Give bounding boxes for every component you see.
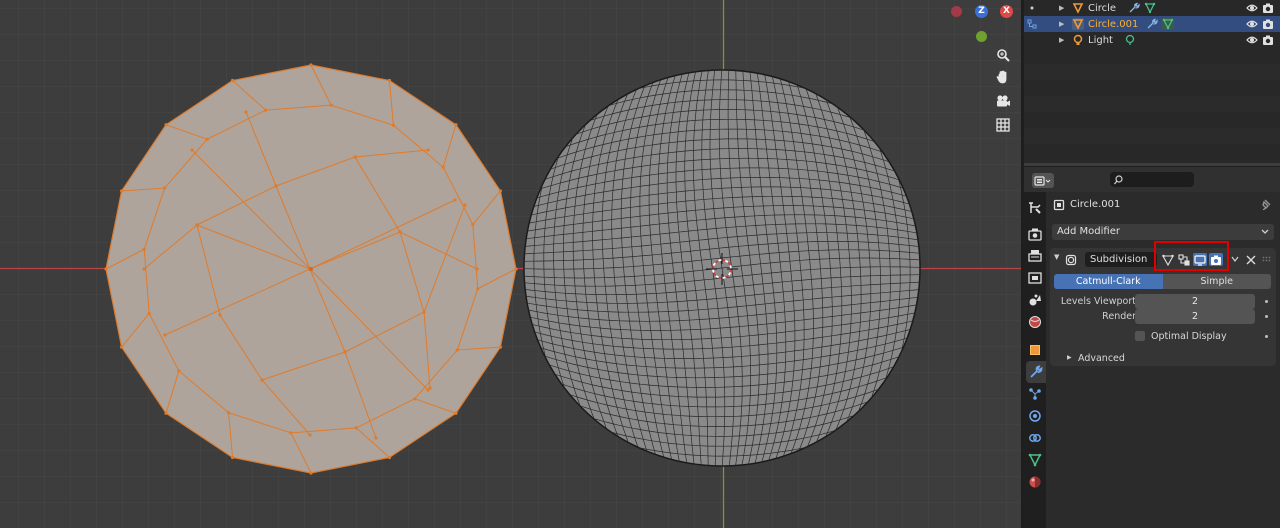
properties-tabs	[1024, 192, 1046, 528]
outliner-empty-row	[1024, 112, 1280, 128]
drag-handle-icon[interactable]	[1262, 256, 1272, 264]
hand-pan-icon[interactable]	[992, 66, 1014, 88]
subdivision-type-selector: Catmull-Clark Simple	[1054, 274, 1271, 289]
outliner-empty-row	[1024, 64, 1280, 80]
annotation-highlight-box	[1154, 241, 1229, 271]
chevron-down-icon	[1261, 229, 1269, 234]
advanced-expand-icon[interactable]: ▶	[1067, 354, 1072, 361]
optimal-display-label: Optimal Display	[1151, 331, 1227, 342]
tool-icon[interactable]	[1024, 197, 1046, 219]
optimal-display-checkbox[interactable]	[1135, 331, 1145, 341]
keyframe-dot[interactable]	[1265, 315, 1268, 318]
modifier-wrench-icon[interactable]	[1128, 2, 1140, 14]
modifier-options-chevron-icon[interactable]	[1230, 254, 1240, 266]
levels-viewport-field[interactable]: 2	[1135, 294, 1255, 309]
3d-viewport[interactable]: Z X	[0, 0, 1021, 528]
outliner-empty-row	[1024, 48, 1280, 64]
outliner-empty-row	[1024, 96, 1280, 112]
gutter-select-icon	[1024, 16, 1040, 32]
properties-editor-icon	[1034, 175, 1051, 186]
mesh-data-icon[interactable]	[1162, 18, 1174, 30]
object-name-label: Circle.001	[1070, 199, 1121, 210]
gizmo-y-axis[interactable]	[976, 31, 987, 42]
outliner-label[interactable]: Circle	[1088, 3, 1116, 14]
render-levels-field[interactable]: 2	[1135, 309, 1255, 324]
modifier-name-text: Subdivision	[1090, 254, 1148, 265]
outliner[interactable]: ▶ Circle ▶ Circle.001 ▶ Light	[1024, 0, 1280, 163]
gizmo-z-label: Z	[978, 6, 985, 16]
output-icon[interactable]	[1024, 245, 1046, 267]
viewport-scene[interactable]	[0, 0, 1021, 528]
camera-icon[interactable]	[992, 90, 1014, 112]
modifier-icon[interactable]	[1026, 361, 1046, 383]
world-icon[interactable]	[1024, 311, 1046, 333]
outliner-empty-row	[1024, 144, 1280, 160]
simple-option[interactable]: Simple	[1162, 274, 1271, 289]
mesh-object-icon	[1072, 18, 1084, 30]
add-modifier-label: Add Modifier	[1057, 226, 1120, 237]
collapse-arrow-icon[interactable]: ▼	[1054, 253, 1059, 261]
editor-type-button[interactable]	[1032, 173, 1054, 188]
outliner-empty-row	[1024, 128, 1280, 144]
view-layer-icon[interactable]	[1024, 267, 1046, 289]
scene-icon[interactable]	[1024, 289, 1046, 311]
expand-arrow-icon[interactable]: ▶	[1059, 4, 1064, 12]
add-modifier-dropdown[interactable]: Add Modifier	[1052, 224, 1274, 240]
data-icon[interactable]	[1024, 449, 1046, 471]
render-camera-icon[interactable]	[1262, 34, 1274, 46]
zoom-icon[interactable]	[992, 44, 1014, 66]
light-data-icon[interactable]	[1124, 34, 1136, 46]
properties-search-input[interactable]	[1110, 172, 1194, 187]
render-camera-icon[interactable]	[1262, 2, 1274, 14]
visibility-eye-icon[interactable]	[1246, 2, 1258, 14]
keyframe-dot[interactable]	[1265, 335, 1268, 338]
gutter-dot	[1024, 0, 1040, 16]
render-camera-icon[interactable]	[1262, 18, 1274, 30]
expand-arrow-icon[interactable]: ▶	[1059, 20, 1064, 28]
visibility-eye-icon[interactable]	[1246, 18, 1258, 30]
selected-mesh-circle	[104, 63, 518, 475]
physics-icon[interactable]	[1024, 405, 1046, 427]
grid-icon[interactable]	[992, 114, 1014, 136]
levels-viewport-label: Levels Viewport	[1060, 296, 1136, 307]
gizmo-z-axis[interactable]: Z	[975, 5, 988, 18]
modifier-name-field[interactable]: Subdivision	[1085, 252, 1157, 267]
blender-window: Z X ▶ Circle ▶ Circle.001 ▶ Light Circle…	[0, 0, 1280, 528]
outliner-label[interactable]: Light	[1088, 35, 1113, 46]
light-object-icon	[1073, 34, 1083, 45]
outliner-row-circle-001[interactable]: ▶ Circle.001	[1024, 16, 1280, 32]
pin-icon[interactable]	[1261, 198, 1273, 210]
outliner-row-circle[interactable]: ▶ Circle	[1024, 0, 1280, 16]
close-icon[interactable]	[1246, 255, 1256, 265]
gizmo-x-axis[interactable]: X	[1000, 5, 1013, 18]
render-icon[interactable]	[1024, 223, 1046, 245]
mesh-object-icon	[1072, 3, 1084, 14]
gizmo-y-neg[interactable]	[951, 6, 962, 17]
mesh-data-icon[interactable]	[1144, 2, 1156, 14]
object-square-icon	[1053, 199, 1065, 211]
render-levels-label: Render	[1102, 311, 1136, 322]
outliner-label[interactable]: Circle.001	[1088, 19, 1138, 30]
particles-icon[interactable]	[1024, 383, 1046, 405]
subdivided-mesh-circle	[523, 69, 921, 467]
keyframe-dot[interactable]	[1265, 300, 1268, 303]
catmull-clark-option[interactable]: Catmull-Clark	[1054, 274, 1163, 289]
modifier-wrench-icon[interactable]	[1146, 18, 1158, 30]
visibility-eye-icon[interactable]	[1246, 34, 1258, 46]
advanced-subpanel-label[interactable]: Advanced	[1078, 353, 1125, 364]
material-icon[interactable]	[1024, 471, 1046, 493]
gizmo-x-label: X	[1003, 6, 1010, 16]
search-icon	[1114, 175, 1123, 185]
object-icon[interactable]	[1024, 339, 1046, 361]
expand-arrow-icon[interactable]: ▶	[1059, 36, 1064, 44]
outliner-row-light[interactable]: ▶ Light	[1024, 32, 1280, 48]
properties-header	[1024, 166, 1280, 192]
outliner-empty-row	[1024, 80, 1280, 96]
constraints-icon[interactable]	[1024, 427, 1046, 449]
subdivision-modifier-icon	[1065, 254, 1077, 266]
